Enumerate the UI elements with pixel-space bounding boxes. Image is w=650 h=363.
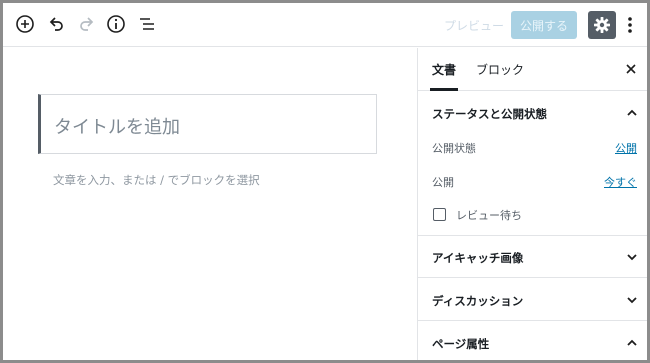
undo-icon[interactable]	[45, 13, 67, 35]
pending-review-label: レビュー待ち	[456, 209, 522, 222]
post-title-input[interactable]: タイトルを追加	[38, 94, 377, 154]
redo-icon[interactable]	[76, 13, 98, 35]
panel-discussion[interactable]: ディスカッション	[418, 279, 647, 321]
chevron-up-icon	[627, 339, 637, 346]
top-toolbar: プレビュー 公開する	[3, 3, 647, 47]
panel-title: ステータスと公開状態	[432, 107, 547, 121]
chevron-down-icon	[627, 254, 637, 261]
editor-window: プレビュー 公開する タイトルを追加 文章を入力、または / でブロックを選択 …	[0, 0, 650, 363]
block-navigation-icon[interactable]	[136, 13, 158, 35]
panel-status-visibility[interactable]: ステータスと公開状態	[418, 92, 647, 134]
settings-sidebar: 文書 ブロック ステータスと公開状態 公開状態 公開 公開 今すぐ レビュー待ち…	[417, 48, 647, 360]
publish-date-link[interactable]: 今すぐ	[604, 174, 637, 190]
tab-block[interactable]: ブロック	[476, 48, 524, 91]
publish-button[interactable]: 公開する	[511, 11, 577, 39]
more-vertical-icon	[628, 17, 632, 33]
title-placeholder: タイトルを追加	[54, 117, 180, 138]
pending-review-checkbox[interactable]	[433, 208, 446, 221]
preview-button[interactable]: プレビュー	[441, 11, 507, 39]
panel-page-attributes[interactable]: ページ属性	[418, 322, 647, 360]
more-options-button[interactable]	[621, 11, 639, 39]
settings-button[interactable]	[588, 11, 616, 39]
visibility-label: 公開状態	[432, 142, 476, 155]
tab-document[interactable]: 文書	[429, 48, 459, 91]
default-block-appender[interactable]: 文章を入力、または / でブロックを選択	[53, 172, 260, 188]
panel-featured-image[interactable]: アイキャッチ画像	[418, 236, 647, 278]
gear-icon	[594, 17, 610, 33]
editor-canvas: タイトルを追加 文章を入力、または / でブロックを選択	[3, 48, 417, 360]
close-icon[interactable]	[624, 62, 638, 76]
publish-label: 公開	[432, 176, 454, 189]
panel-title: アイキャッチ画像	[432, 251, 524, 265]
sidebar-tabs: 文書 ブロック	[418, 48, 647, 91]
chevron-up-icon	[627, 109, 637, 116]
info-icon[interactable]	[105, 13, 127, 35]
chevron-down-icon	[627, 297, 637, 304]
add-block-icon[interactable]	[14, 13, 36, 35]
panel-title: ページ属性	[432, 337, 490, 351]
panel-title: ディスカッション	[432, 294, 524, 308]
visibility-link[interactable]: 公開	[615, 140, 637, 156]
